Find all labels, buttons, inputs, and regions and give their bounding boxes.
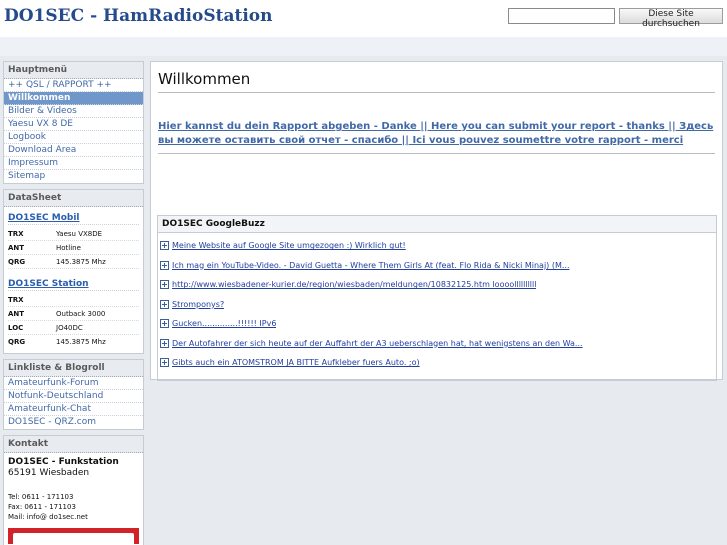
nav-item-sitemap[interactable]: Sitemap bbox=[4, 170, 143, 183]
googlebuzz-list: Meine Website auf Google Site umgezogen … bbox=[158, 233, 716, 373]
callsign-logo bbox=[8, 528, 139, 544]
buzz-link[interactable]: Gucken..............!!!!!! IPv6 bbox=[172, 319, 276, 328]
search-button[interactable]: Diese Site durchsuchen bbox=[619, 8, 723, 29]
googlebuzz-box: DO1SEC GoogleBuzz Meine Website auf Goog… bbox=[157, 215, 717, 381]
datasheet-value: Yaesu VX8DE bbox=[56, 229, 103, 238]
expand-plus-icon[interactable] bbox=[160, 280, 169, 290]
datasheet-mobil-heading[interactable]: DO1SEC Mobil bbox=[8, 213, 139, 225]
header-band bbox=[0, 37, 727, 56]
contact-fax: Fax: 0611 - 171103 bbox=[8, 503, 76, 511]
nav-item-yaesu[interactable]: Yaesu VX 8 DE bbox=[4, 118, 143, 131]
sidebar: Hauptmenü ++ QSL / RAPPORT ++ Willkommen… bbox=[3, 61, 144, 545]
buzz-link[interactable]: http://www.wiesbadener-kurier.de/region/… bbox=[172, 280, 536, 289]
expand-plus-icon[interactable] bbox=[160, 241, 169, 251]
main-menu-title: Hauptmenü bbox=[4, 62, 143, 79]
links-box: Linkliste & Blogroll Amateurfunk-Forum N… bbox=[3, 359, 144, 430]
datasheet-key: ANT bbox=[8, 243, 25, 252]
contact-box: Kontakt DO1SEC - Funkstation 65191 Wiesb… bbox=[3, 435, 144, 545]
buzz-link[interactable]: Meine Website auf Google Site umgezogen … bbox=[172, 241, 406, 250]
page-title: Willkommen bbox=[158, 70, 251, 88]
datasheet-body: DO1SEC Mobil TRX Yaesu VX8DE ANT Hotline… bbox=[4, 207, 143, 353]
datasheet-row: ANT Hotline bbox=[8, 241, 139, 255]
nav-item-willkommen[interactable]: Willkommen bbox=[4, 92, 143, 105]
buzz-item: Gucken..............!!!!!! IPv6 bbox=[160, 314, 714, 334]
datasheet-key: QRG bbox=[8, 338, 26, 346]
report-link[interactable]: Hier kannst du dein Rapport abgeben - Da… bbox=[158, 120, 715, 148]
datasheet-key: TRX bbox=[8, 295, 24, 304]
datasheet-value: 145.3875 Mhz bbox=[56, 257, 106, 266]
datasheet-station-heading[interactable]: DO1SEC Station bbox=[8, 279, 139, 291]
nav-item-download-area[interactable]: Download Area bbox=[4, 144, 143, 157]
datasheet-title: DataSheet bbox=[4, 190, 143, 207]
datasheet-row: ANT Outback 3000 bbox=[8, 307, 139, 321]
datasheet-row: LOC JO40DC bbox=[8, 321, 139, 335]
expand-plus-icon[interactable] bbox=[160, 260, 169, 270]
link-notfunk-deutschland[interactable]: Notfunk-Deutschland bbox=[4, 390, 143, 403]
datasheet-value: Hotline bbox=[56, 243, 81, 252]
buzz-item: Meine Website auf Google Site umgezogen … bbox=[160, 236, 714, 256]
main-content: Willkommen Hier kannst du dein Rapport a… bbox=[150, 61, 723, 381]
datasheet-box: DataSheet DO1SEC Mobil TRX Yaesu VX8DE A… bbox=[3, 189, 144, 354]
expand-plus-icon[interactable] bbox=[160, 358, 169, 368]
report-divider bbox=[158, 153, 715, 154]
contact-name: DO1SEC - Funkstation bbox=[8, 457, 119, 467]
datasheet-value: JO40DC bbox=[56, 323, 83, 332]
buzz-item: Ich mag ein YouTube-Video. - David Guett… bbox=[160, 256, 714, 276]
contact-mail: Mail: info@ do1sec.net bbox=[8, 513, 88, 521]
buzz-item: Gibts auch ein ATOMSTROM JA BITTE Aufkle… bbox=[160, 353, 714, 373]
buzz-link[interactable]: Stromponys? bbox=[172, 300, 224, 309]
buzz-item: Stromponys? bbox=[160, 295, 714, 315]
buzz-link[interactable]: Ich mag ein YouTube-Video. - David Guett… bbox=[172, 261, 570, 270]
title-divider bbox=[158, 92, 715, 93]
datasheet-key: TRX bbox=[8, 229, 24, 238]
contact-tel: Tel: 0611 - 171103 bbox=[8, 493, 74, 501]
expand-plus-icon[interactable] bbox=[160, 319, 169, 329]
nav-item-qsl-rapport[interactable]: ++ QSL / RAPPORT ++ bbox=[4, 79, 143, 92]
buzz-item: Der Autofahrer der sich heute auf der Au… bbox=[160, 334, 714, 354]
nav-item-bilder-videos[interactable]: Bilder & Videos bbox=[4, 105, 143, 118]
buzz-link[interactable]: Gibts auch ein ATOMSTROM JA BITTE Aufkle… bbox=[172, 358, 420, 367]
main-menu-box: Hauptmenü ++ QSL / RAPPORT ++ Willkommen… bbox=[3, 61, 144, 184]
datasheet-row: QRG 145.3875 Mhz bbox=[8, 335, 139, 349]
datasheet-value: Outback 3000 bbox=[56, 309, 106, 318]
contact-spacer bbox=[8, 478, 139, 492]
nav-item-logbook[interactable]: Logbook bbox=[4, 131, 143, 144]
contact-city: 65191 Wiesbaden bbox=[8, 468, 90, 478]
expand-plus-icon[interactable] bbox=[160, 338, 169, 348]
site-title[interactable]: DO1SEC - HamRadioStation bbox=[4, 6, 272, 26]
datasheet-key: QRG bbox=[8, 257, 26, 266]
link-amateurfunk-forum[interactable]: Amateurfunk-Forum bbox=[4, 377, 143, 390]
datasheet-value: 145.3875 Mhz bbox=[56, 338, 106, 346]
datasheet-row: TRX bbox=[8, 293, 139, 307]
nav-item-impressum[interactable]: Impressum bbox=[4, 157, 143, 170]
contact-title: Kontakt bbox=[4, 436, 143, 453]
googlebuzz-title: DO1SEC GoogleBuzz bbox=[158, 216, 716, 233]
callsign-logo-inner bbox=[13, 533, 134, 544]
header: DO1SEC - HamRadioStation Diese Site durc… bbox=[0, 0, 727, 37]
link-qrz[interactable]: DO1SEC - QRZ.com bbox=[4, 416, 143, 429]
link-amateurfunk-chat[interactable]: Amateurfunk-Chat bbox=[4, 403, 143, 416]
datasheet-row: QRG 145.3875 Mhz bbox=[8, 255, 139, 269]
links-title: Linkliste & Blogroll bbox=[4, 360, 143, 377]
datasheet-row: TRX Yaesu VX8DE bbox=[8, 227, 139, 241]
datasheet-key: ANT bbox=[8, 309, 25, 318]
buzz-link[interactable]: Der Autofahrer der sich heute auf der Au… bbox=[172, 339, 583, 348]
buzz-item: http://www.wiesbadener-kurier.de/region/… bbox=[160, 275, 714, 295]
expand-plus-icon[interactable] bbox=[160, 299, 169, 309]
search-input[interactable] bbox=[508, 8, 615, 24]
datasheet-key: LOC bbox=[8, 323, 24, 332]
contact-body: DO1SEC - Funkstation 65191 Wiesbaden Tel… bbox=[4, 453, 143, 545]
